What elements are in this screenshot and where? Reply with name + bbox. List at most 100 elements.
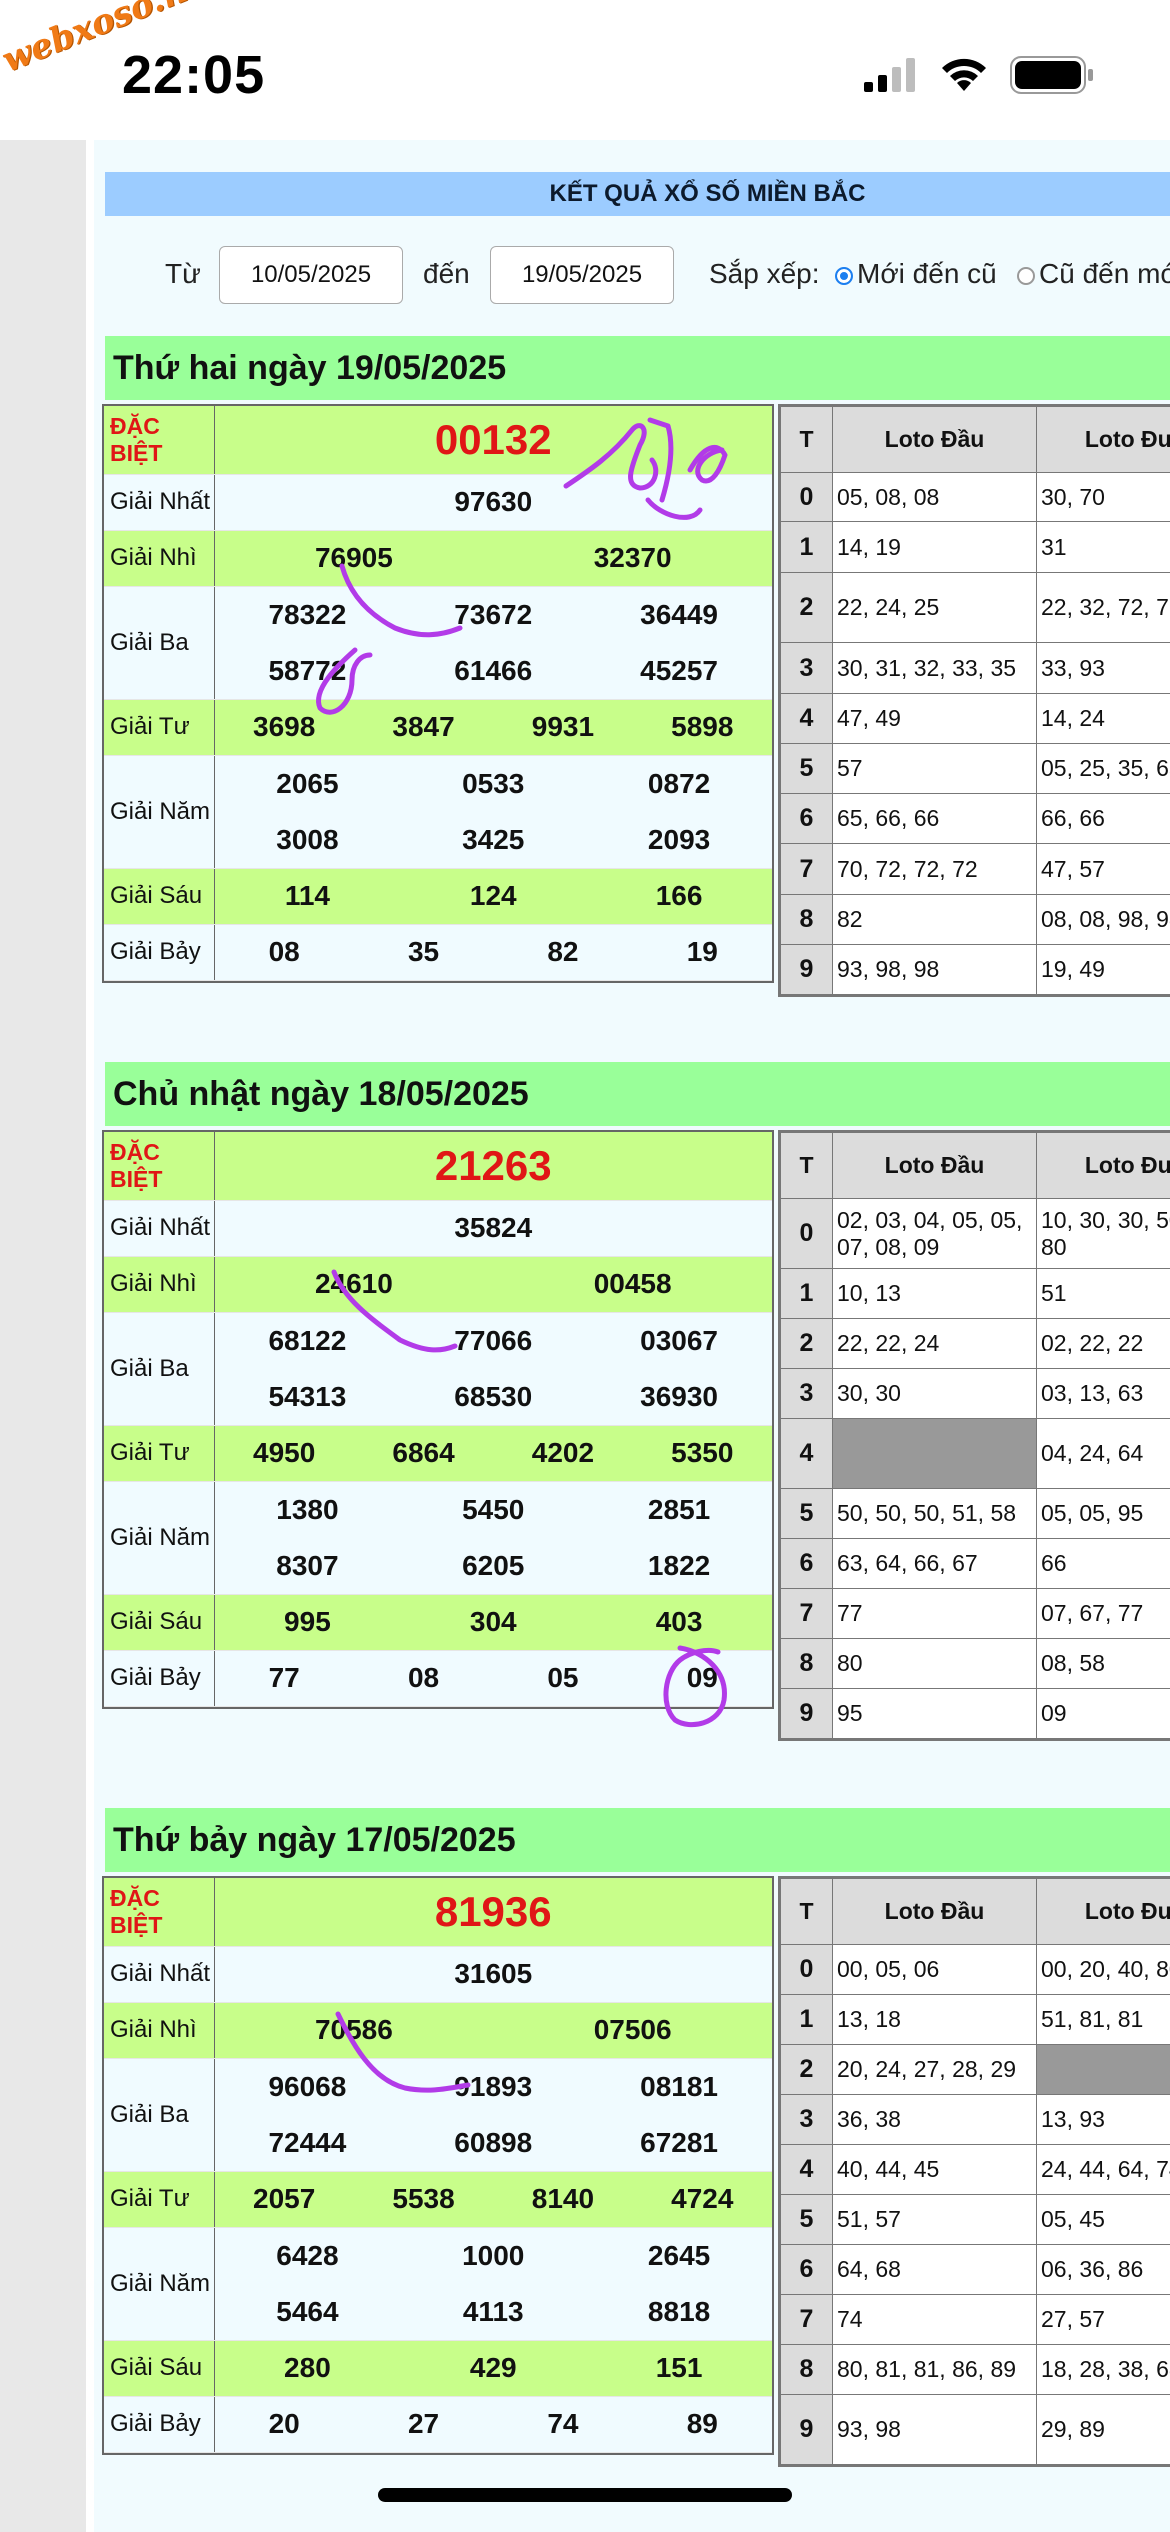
special-prize: 21263 [214,1132,772,1201]
sort-new-option[interactable]: Mới đến cũ [835,258,997,290]
prize-name: Giải Tư [104,2171,215,2228]
loto-dau: 47, 49 [832,693,1037,744]
loto-duoi: 05, 25, 35, 65 [1036,743,1170,794]
loto-header-dau: Loto Đầu [832,1878,1037,1945]
prize-number: 2057 [253,2183,316,2214]
loto-header-duoi: Loto Đuôi [1036,1132,1170,1199]
loto-dau: 80 [832,1638,1037,1689]
loto-duoi: 29, 89 [1036,2394,1170,2465]
loto-dau: 14, 19 [832,521,1037,573]
prize-number: 03067 [640,1324,718,1356]
prize-name: Giải Ba [104,2058,215,2172]
loto-t: 0 [780,1198,833,1269]
loto-duoi: 05, 05, 95 [1036,1488,1170,1539]
loto-row: 8 80, 81, 81, 86, 89 18, 28, 38, 68 [780,2344,1170,2395]
prize-number: 166 [655,880,703,911]
prize-number: 3698 [253,711,316,742]
loto-dau: 74 [832,2294,1037,2345]
loto-dau: 05, 08, 08 [832,472,1037,522]
prize-name: Giải Nhì [104,2002,215,2059]
prize-number: 2065 [276,767,339,799]
prize-row-bay: Giải Bảy 77 08 05 09 [104,1650,772,1707]
prize-name: Giải Năm [104,2227,215,2341]
loto-duoi: 14, 24 [1036,693,1170,744]
prize-number: 35 [407,936,440,967]
loto-t: 6 [780,2244,833,2295]
loto-row: 7 77 07, 67, 77 [780,1588,1170,1639]
loto-row: 8 80 08, 58 [780,1638,1170,1689]
prize-number: 54313 [268,1380,347,1412]
prize-name: Giải Nhì [104,1256,215,1313]
prize-number: 77 [268,1662,300,1693]
prize-row-db: ĐẶC BIỆT 81936 [104,1878,772,1947]
prize-name: Giải Tư [104,1425,215,1482]
radio-selected-icon[interactable] [835,267,853,285]
loto-dau: 22, 22, 24 [832,1318,1037,1369]
prize-row-nhat: Giải Nhất 35824 [104,1200,772,1257]
screen: webxoso.net 22:05 KẾT QUẢ XỔ SỐ MIỀN BẮC… [0,0,1170,2532]
prize-name: Giải Nhì [104,530,215,587]
prize-number: 05 [547,1662,579,1693]
day-heading: Thứ bảy ngày 17/05/2025 [105,1808,1170,1872]
prize-row-ba: Giải Ba 96068 91893 08181 72444 60898 67281 [104,2058,772,2172]
prize-row-tu: Giải Tư 4950 6864 4202 5350 [104,1425,772,1482]
prize-number: 45257 [640,654,718,686]
from-date-input[interactable]: 10/05/2025 [219,246,403,304]
loto-dau: 50, 50, 50, 51, 58 [832,1488,1037,1539]
prize-number: 6864 [392,1437,455,1468]
loto-duoi: 30, 70 [1036,472,1170,522]
prize-number: 91893 [454,2070,533,2102]
prize-name: Giải Tư [104,699,215,756]
loto-duoi: 51, 81, 81 [1036,1994,1170,2045]
loto-duoi: 02, 22, 22 [1036,1318,1170,1369]
loto-header-dau: Loto Đầu [832,406,1037,473]
loto-t: 1 [780,521,833,573]
loto-t: 0 [780,472,833,522]
loto-row: 6 63, 64, 66, 67 66 [780,1538,1170,1589]
to-date-input[interactable]: 19/05/2025 [490,246,674,304]
loto-t: 3 [780,642,833,694]
prize-row-nam: Giải Năm 1380 5450 2851 8307 6205 1822 [104,1481,772,1595]
loto-duoi: 66 [1036,1538,1170,1589]
sort-old-option[interactable]: Cũ đến mới [1017,258,1170,290]
page-title-banner: KẾT QUẢ XỔ SỐ MIỀN BẮC [105,172,1170,216]
loto-header-duoi: Loto Đuôi [1036,406,1170,473]
date-filter: Từ 10/05/2025 đến 19/05/2025 Sắp xếp: Mớ… [105,240,1170,310]
loto-row: 6 65, 66, 66 66, 66 [780,793,1170,844]
loto-table: T Loto Đầu Loto Đuôi 002, 03, 04, 05, 05… [778,1130,1170,1741]
loto-duoi: 31 [1036,521,1170,573]
loto-dau: 80, 81, 81, 86, 89 [832,2344,1037,2395]
prize-number: 1822 [647,1549,711,1581]
status-time: 22:05 [122,45,266,105]
prize-number: 07506 [593,2014,672,2045]
loto-dau: 70, 72, 72, 72 [832,843,1037,895]
prize-name-db: ĐẶC BIỆT [104,1132,215,1201]
prize-row-ba: Giải Ba 68122 77066 03067 54313 68530 36930 [104,1312,772,1426]
prize-row-nhi: Giải Nhì 24610 00458 [104,1256,772,1313]
prize-name: Giải Nhất [104,1200,215,1257]
loto-row: 5 50, 50, 50, 51, 58 05, 05, 95 [780,1488,1170,1539]
loto-dau: 30, 31, 32, 33, 35 [832,642,1037,694]
prize-row-bay: Giải Bảy 20 27 74 89 [104,2396,772,2453]
radio-empty-icon[interactable] [1017,267,1035,285]
loto-duoi: 10, 30, 30, 50, 50, 80 [1036,1198,1170,1269]
loto-duoi: 24, 44, 64, 74 [1036,2144,1170,2195]
prize-number: 151 [655,2352,703,2383]
gutter-border [86,140,94,2532]
loto-duoi: 03, 13, 63 [1036,1368,1170,1419]
loto-row: 9 93, 98 29, 89 [780,2394,1170,2465]
prize-number: 5538 [392,2183,455,2214]
loto-t: 5 [780,743,833,794]
prize-number: 114 [284,880,330,911]
loto-dau-empty [832,1418,1037,1489]
prize-name: Giải Năm [104,1481,215,1595]
loto-duoi: 51 [1036,1268,1170,1319]
loto-dau: 40, 44, 45 [832,2144,1037,2195]
loto-row: 5 51, 57 05, 45 [780,2194,1170,2245]
home-indicator[interactable] [378,2488,792,2502]
prize-row-ba: Giải Ba 78322 73672 36449 58772 61466 45257 [104,586,772,700]
from-label: Từ [165,258,201,289]
loto-header-dau: Loto Đầu [832,1132,1037,1199]
prize-number: 08181 [640,2070,718,2102]
prize-number: 8140 [531,2183,595,2214]
